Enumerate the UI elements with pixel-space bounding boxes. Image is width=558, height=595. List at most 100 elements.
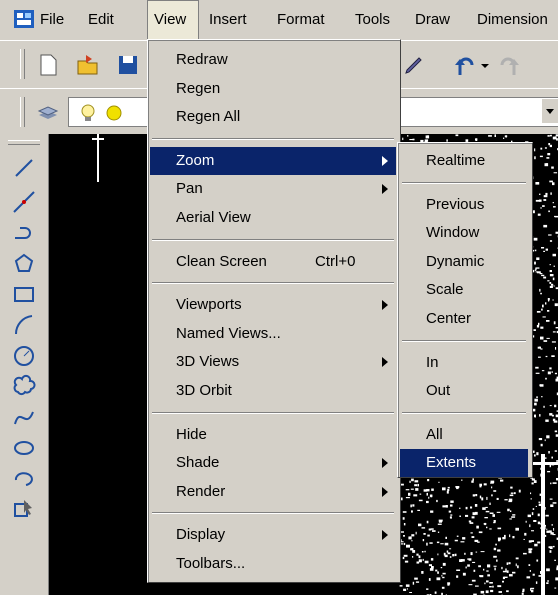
menu-separator bbox=[152, 512, 394, 515]
menu-item-label: Shade bbox=[176, 454, 220, 472]
menu-item-label: Regen bbox=[176, 79, 221, 97]
open-file-icon[interactable] bbox=[76, 53, 100, 77]
zoom-menu-item-out[interactable]: Out bbox=[400, 377, 528, 405]
sun-icon[interactable] bbox=[102, 101, 126, 125]
line-icon[interactable] bbox=[12, 156, 36, 180]
circle-icon[interactable] bbox=[12, 344, 36, 368]
menu-item-label: Extents bbox=[426, 454, 477, 472]
view-menu-item-render[interactable]: Render bbox=[150, 478, 396, 506]
zoom-menu-item-dynamic[interactable]: Dynamic bbox=[400, 248, 528, 276]
view-menu-item-toolbars[interactable]: Toolbars... bbox=[150, 550, 396, 578]
menu-edit[interactable]: Edit bbox=[88, 0, 114, 40]
view-menu-item-named-views[interactable]: Named Views... bbox=[150, 320, 396, 348]
menu-item-label: 3D Orbit bbox=[176, 382, 232, 399]
polyline-icon[interactable] bbox=[12, 220, 36, 244]
zoom-menu-item-realtime[interactable]: Realtime bbox=[400, 147, 528, 175]
menu-item-label: Viewports bbox=[176, 296, 242, 314]
construction-line-icon[interactable] bbox=[12, 190, 36, 214]
new-file-icon[interactable] bbox=[36, 53, 60, 77]
menu-tools[interactable]: Tools bbox=[355, 0, 390, 40]
zoom-menu-item-in[interactable]: In bbox=[400, 349, 528, 377]
menu-item-label: Redraw bbox=[176, 51, 228, 68]
zoom-menu-item-window[interactable]: Window bbox=[400, 219, 528, 247]
menu-item-label: Aerial View bbox=[176, 209, 251, 226]
menu-separator bbox=[402, 339, 526, 342]
ucs-icon bbox=[97, 134, 99, 182]
polygon-icon[interactable] bbox=[12, 252, 36, 276]
toolbar-grip[interactable] bbox=[20, 49, 25, 79]
submenu-arrow-icon bbox=[382, 155, 388, 166]
menu-item-label: Dynamic bbox=[426, 252, 485, 270]
submenu-arrow-icon bbox=[382, 357, 388, 368]
menu-item-label: 3D Views bbox=[176, 353, 240, 371]
view-menu-item-regen-all[interactable]: Regen All bbox=[150, 103, 396, 131]
ellipse-arc-icon[interactable] bbox=[12, 466, 36, 490]
menu-item-label: Window bbox=[426, 224, 480, 242]
menu-separator bbox=[152, 137, 394, 140]
view-menu-item-redraw[interactable]: Redraw bbox=[150, 46, 396, 74]
undo-icon[interactable] bbox=[452, 53, 476, 77]
chevron-down-icon[interactable] bbox=[542, 99, 558, 123]
menu-item-label: Zoom bbox=[176, 151, 215, 169]
menu-dimension[interactable]: Dimension bbox=[477, 0, 548, 40]
menu-view[interactable]: View bbox=[147, 0, 199, 40]
submenu-arrow-icon bbox=[382, 458, 388, 469]
view-menu-item-3d-orbit[interactable]: 3D Orbit bbox=[150, 377, 396, 405]
view-menu-item-3d-views[interactable]: 3D Views bbox=[150, 348, 396, 376]
zoom-menu-item-previous[interactable]: Previous bbox=[400, 191, 528, 219]
app-icon bbox=[14, 10, 34, 28]
zoom-menu-item-center[interactable]: Center bbox=[400, 305, 528, 333]
zoom-menu-item-all[interactable]: All bbox=[400, 421, 528, 449]
menu-draw[interactable]: Draw bbox=[415, 0, 450, 40]
view-menu-item-regen[interactable]: Regen bbox=[150, 75, 396, 103]
ellipse-icon[interactable] bbox=[12, 436, 36, 460]
menu-separator bbox=[402, 411, 526, 414]
menu-format[interactable]: Format bbox=[277, 0, 325, 40]
spline-icon[interactable] bbox=[12, 406, 36, 430]
draw-toolbar bbox=[0, 134, 49, 595]
ucs-tick bbox=[92, 138, 104, 140]
menu-item-label: Realtime bbox=[426, 152, 486, 169]
submenu-arrow-icon bbox=[382, 300, 388, 311]
undo-dropdown-icon[interactable] bbox=[480, 57, 490, 81]
menu-item-label: Previous bbox=[426, 195, 485, 213]
zoom-menu-item-scale[interactable]: Scale bbox=[400, 276, 528, 304]
view-menu-item-zoom[interactable]: Zoom bbox=[150, 146, 396, 175]
menu-item-label: Clean Screen bbox=[176, 252, 267, 270]
toolbar-grip[interactable] bbox=[8, 140, 40, 145]
menu-separator bbox=[152, 282, 394, 285]
zoom-submenu: Realtime Previous Window Dynamic Scale Center… bbox=[397, 142, 533, 478]
menu-separator bbox=[402, 181, 526, 184]
menu-item-label: In bbox=[426, 353, 439, 371]
toolbar-grip[interactable] bbox=[20, 97, 25, 127]
zoom-menu-item-extents[interactable]: Extents bbox=[400, 449, 528, 478]
menu-bar: File Edit View Insert Format Tools Draw … bbox=[0, 0, 558, 40]
layer-dropdown[interactable] bbox=[400, 97, 558, 127]
layers-icon[interactable] bbox=[36, 101, 60, 125]
rectangle-icon[interactable] bbox=[12, 282, 36, 306]
menu-item-label: Named Views... bbox=[176, 324, 281, 342]
menu-item-label: Regen All bbox=[176, 108, 241, 126]
view-menu-item-shade[interactable]: Shade bbox=[150, 449, 396, 477]
revision-cloud-icon[interactable] bbox=[12, 374, 36, 398]
save-icon[interactable] bbox=[116, 53, 140, 77]
menu-file[interactable]: File bbox=[40, 0, 64, 40]
view-menu-item-display[interactable]: Display bbox=[150, 521, 396, 549]
view-menu-item-hide[interactable]: Hide bbox=[150, 421, 396, 449]
view-menu-item-clean-screen[interactable]: Clean Screen Ctrl+0 bbox=[150, 248, 396, 276]
submenu-arrow-icon bbox=[382, 530, 388, 541]
view-menu-item-pan[interactable]: Pan bbox=[150, 175, 396, 203]
view-menu-item-viewports[interactable]: Viewports bbox=[150, 291, 396, 319]
redo-icon[interactable] bbox=[498, 53, 522, 77]
submenu-arrow-icon bbox=[382, 486, 388, 497]
insert-block-icon[interactable] bbox=[12, 496, 36, 520]
pencil-icon[interactable] bbox=[402, 53, 426, 77]
menu-item-label: Pan bbox=[176, 180, 203, 198]
arc-icon[interactable] bbox=[12, 312, 36, 336]
menu-insert[interactable]: Insert bbox=[209, 0, 247, 40]
view-menu-item-aerial-view[interactable]: Aerial View bbox=[150, 204, 396, 232]
menu-item-shortcut: Ctrl+0 bbox=[315, 252, 356, 270]
menu-item-label: Out bbox=[426, 382, 451, 400]
lightbulb-icon[interactable] bbox=[76, 101, 100, 125]
menu-item-label: Hide bbox=[176, 425, 207, 443]
